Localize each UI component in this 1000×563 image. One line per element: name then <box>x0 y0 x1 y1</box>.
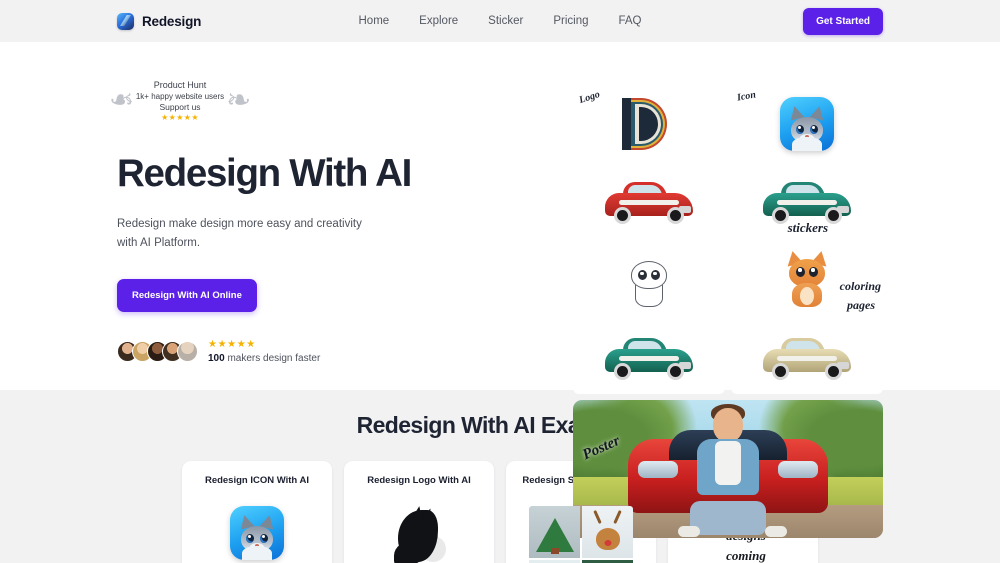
script-line-3: coming <box>726 548 766 563</box>
gallery-cell-sticker-teal-car[interactable]: stickers <box>731 166 883 238</box>
card-title: Redesign ICON With AI <box>204 475 310 486</box>
hero-gallery: Logo Icon stickers coloring pages Poster <box>573 88 883 538</box>
nav-item-home[interactable]: Home <box>358 15 389 27</box>
proof-text: 100 makers design faster <box>208 352 320 366</box>
gallery-cell-sticker-red-car[interactable] <box>573 166 725 238</box>
letter-d-logo-art <box>621 96 677 152</box>
gallery-cell-coloring-lineart[interactable] <box>573 244 725 316</box>
site-header: Redesign Home Explore Sticker Pricing FA… <box>0 0 1000 42</box>
green-sports-car-sticker <box>605 335 693 381</box>
teal-classic-car-sticker <box>763 179 851 225</box>
social-proof: ★★★★★ 100 makers design faster <box>117 338 447 365</box>
gallery-grid: Logo Icon stickers coloring pages <box>573 88 883 394</box>
gallery-tag-coloring: coloring <box>839 279 881 293</box>
card-title: Redesign Logo With AI <box>367 475 471 486</box>
gallery-cell-logo[interactable]: Logo <box>573 88 725 160</box>
gallery-cell-coloring-orange-cat[interactable]: coloring pages <box>731 244 883 316</box>
reindeer-sticker <box>582 506 633 558</box>
laurel-right-icon: ❧ <box>226 84 252 118</box>
proof-label: makers design faster <box>224 352 321 364</box>
cream-classic-car-sticker <box>763 335 851 381</box>
proof-count: 100 <box>208 352 225 364</box>
hero-subtitle: Redesign make design more easy and creat… <box>117 218 362 250</box>
main-nav: Home Explore Sticker Pricing FAQ <box>358 15 641 27</box>
badge-star-rating: ★★★★★ <box>161 112 199 122</box>
laurel-left-icon: ❧ <box>108 84 134 118</box>
christmas-tree-sticker <box>529 506 580 558</box>
hero-content: ❧ Product Hunt 1k+ happy website users S… <box>109 42 447 390</box>
example-card-logo[interactable]: Redesign Logo With AI <box>344 461 494 563</box>
redesign-online-button[interactable]: Redesign With AI Online <box>117 279 257 313</box>
avatar-group <box>117 341 198 363</box>
proof-star-rating: ★★★★★ <box>208 339 256 351</box>
cat-app-icon <box>230 506 284 560</box>
page-title: Redesign With AI <box>117 151 412 195</box>
get-started-button[interactable]: Get Started <box>803 7 883 35</box>
gallery-cell-sticker-cream-car[interactable] <box>731 322 883 394</box>
gallery-tag-pages: pages <box>847 298 875 312</box>
gallery-tag-stickers: stickers <box>787 220 829 235</box>
nav-item-faq[interactable]: FAQ <box>618 15 641 27</box>
gallery-tag-icon: Icon <box>736 89 757 104</box>
avatar <box>177 341 198 363</box>
nav-item-pricing[interactable]: Pricing <box>553 15 588 27</box>
wolf-logo-art <box>392 505 446 563</box>
cat-app-icon <box>780 97 834 151</box>
hero-gallery-wrap: Logo Icon stickers coloring pages Poster <box>447 42 883 538</box>
gallery-cell-sticker-green-car[interactable] <box>573 322 725 394</box>
brand-name: Redesign <box>142 13 202 29</box>
badge-line-3: Support us <box>159 101 201 112</box>
product-hunt-badge[interactable]: ❧ Product Hunt 1k+ happy website users S… <box>109 80 252 123</box>
nav-item-explore[interactable]: Explore <box>419 15 458 27</box>
red-classic-car-sticker <box>605 179 693 225</box>
badge-line-1: Product Hunt <box>153 80 207 90</box>
redesign-app-icon <box>117 12 134 30</box>
brand[interactable]: Redesign <box>117 12 202 30</box>
hero-section: ❧ Product Hunt 1k+ happy website users S… <box>0 42 1000 538</box>
gallery-tag-logo: Logo <box>577 89 602 106</box>
orange-cat-art <box>783 249 831 307</box>
badge-line-2: 1k+ happy website users <box>135 91 225 101</box>
gallery-cell-icon[interactable]: Icon <box>731 88 883 160</box>
cat-line-art <box>623 253 675 307</box>
example-card-icon[interactable]: Redesign ICON With AI <box>182 461 332 563</box>
nav-item-sticker[interactable]: Sticker <box>488 15 523 27</box>
